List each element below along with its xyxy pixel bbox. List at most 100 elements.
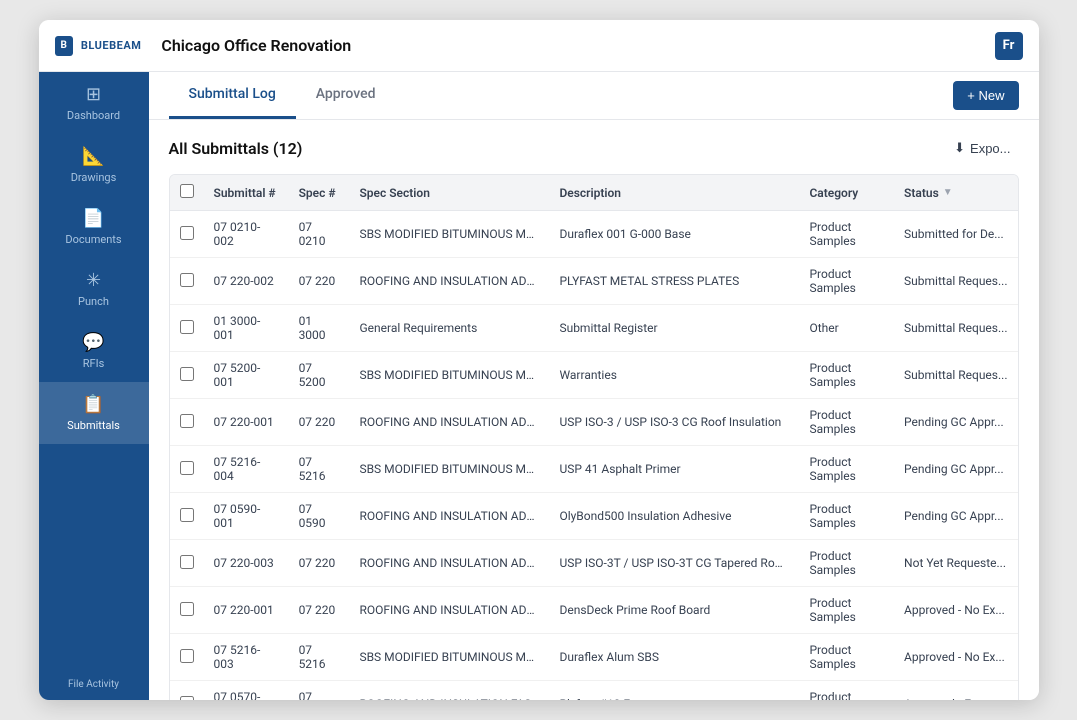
cell-spec-section: SBS MODIFIED BITUMINOUS MEMBR... [349, 211, 549, 258]
row-checkbox-6[interactable] [180, 508, 194, 522]
cell-status: Pending GC Appr... [894, 399, 1017, 446]
sort-icon: ▼ [943, 187, 953, 198]
row-checkbox-7[interactable] [180, 555, 194, 569]
file-activity-button[interactable]: File Activity [39, 669, 149, 700]
cell-spec-num: 07 0590 [289, 493, 350, 540]
table-row: 07 0210-002 07 0210 SBS MODIFIED BITUMIN… [170, 211, 1018, 258]
select-all-checkbox[interactable] [180, 184, 194, 198]
row-checkbox-cell [170, 681, 204, 701]
row-checkbox-cell [170, 352, 204, 399]
cell-description: OlyBond500 Insulation Adhesive [549, 493, 799, 540]
cell-submittal-num: 07 220-001 [204, 399, 289, 446]
sidebar-item-label: Documents [65, 233, 121, 246]
col-category: Category [799, 175, 894, 211]
cell-category: Product Samples [799, 493, 894, 540]
row-checkbox-cell [170, 446, 204, 493]
sidebar-item-submittals[interactable]: 📋 Submittals [39, 382, 149, 444]
sidebar-item-drawings[interactable]: 📐 Drawings [39, 134, 149, 196]
row-checkbox-9[interactable] [180, 649, 194, 663]
table-header-row: Submittal # Spec # Spec Section Descript… [170, 175, 1018, 211]
cell-status: Not Yet Requeste... [894, 540, 1017, 587]
cell-description: USP ISO-3 / USP ISO-3 CG Roof Insulation [549, 399, 799, 446]
logo-text: BLUEBEAM [81, 39, 141, 52]
submittals-table-wrap: Submittal # Spec # Spec Section Descript… [169, 174, 1019, 700]
cell-spec-num: 07 220 [289, 258, 350, 305]
row-checkbox-cell [170, 258, 204, 305]
cell-spec-num: 07 0210 [289, 211, 350, 258]
row-checkbox-cell [170, 305, 204, 352]
cell-submittal-num: 07 0210-002 [204, 211, 289, 258]
cell-submittal-num: 07 220-001 [204, 587, 289, 634]
submittals-table: Submittal # Spec # Spec Section Descript… [170, 175, 1018, 700]
cell-spec-section: ROOFING AND INSULATION ADHESIV... [349, 258, 549, 305]
action-button[interactable]: + New [953, 81, 1018, 110]
table-row: 07 5200-001 07 5200 SBS MODIFIED BITUMIN… [170, 352, 1018, 399]
table-row: 07 220-002 07 220 ROOFING AND INSULATION… [170, 258, 1018, 305]
sidebar-item-label: RFIs [83, 357, 105, 370]
cell-description: Submittal Register [549, 305, 799, 352]
row-checkbox-10[interactable] [180, 696, 194, 701]
col-spec-num: Spec # [289, 175, 350, 211]
row-checkbox-cell [170, 540, 204, 587]
col-submittal-num: Submittal # [204, 175, 289, 211]
col-status[interactable]: Status ▼ [894, 175, 1017, 211]
sidebar-item-rfis[interactable]: 💬 RFIs [39, 320, 149, 382]
row-checkbox-8[interactable] [180, 602, 194, 616]
sidebar-item-punch[interactable]: ✳ Punch [39, 258, 149, 320]
cell-description: USP ISO-3T / USP ISO-3T CG Tapered Roof … [549, 540, 799, 587]
cell-category: Product Samples [799, 587, 894, 634]
cell-submittal-num: 07 0570-001 [204, 681, 289, 701]
select-all-header [170, 175, 204, 211]
app-window: B BLUEBEAM Chicago Office Renovation Fr … [39, 20, 1039, 700]
sidebar-item-dashboard[interactable]: ⊞ Dashboard [39, 72, 149, 134]
cell-spec-section: General Requirements [349, 305, 549, 352]
table-row: 07 220-001 07 220 ROOFING AND INSULATION… [170, 399, 1018, 446]
row-checkbox-cell [170, 634, 204, 681]
cell-category: Product Samples [799, 211, 894, 258]
cell-status: Approved - No Ex... [894, 634, 1017, 681]
section-title: All Submittals (12) [169, 139, 303, 158]
row-checkbox-3[interactable] [180, 367, 194, 381]
cell-category: Other [799, 305, 894, 352]
cell-description: PLYFAST METAL STRESS PLATES [549, 258, 799, 305]
col-description: Description [549, 175, 799, 211]
row-checkbox-4[interactable] [180, 414, 194, 428]
cell-description: DensDeck Prime Roof Board [549, 587, 799, 634]
cell-spec-section: ROOFING AND INSULATION ADHESIV... [349, 493, 549, 540]
sidebar-item-documents[interactable]: 📄 Documents [39, 196, 149, 258]
status-label: Status [904, 186, 939, 200]
sidebar-item-label: Dashboard [67, 109, 120, 122]
row-checkbox-1[interactable] [180, 273, 194, 287]
cell-spec-section: SBS MODIFIED BITUMINOUS MEMBR... [349, 352, 549, 399]
cell-spec-section: ROOFING AND INSULATION ADHESIV... [349, 399, 549, 446]
tab-submittal-log[interactable]: Submittal Log [169, 72, 296, 119]
cell-spec-section: ROOFING AND INSULATION FASTENE... [349, 681, 549, 701]
cell-spec-num: 07 220 [289, 587, 350, 634]
content-body: All Submittals (12) ⬇ Expo... [149, 120, 1039, 700]
punch-icon: ✳ [86, 270, 101, 291]
row-checkbox-5[interactable] [180, 461, 194, 475]
row-checkbox-cell [170, 399, 204, 446]
row-checkbox-0[interactable] [180, 226, 194, 240]
row-checkbox-2[interactable] [180, 320, 194, 334]
cell-spec-section: ROOFING AND INSULATION ADHESIV... [349, 540, 549, 587]
cell-status: Submittal Reques... [894, 305, 1017, 352]
tab-approved[interactable]: Approved [296, 72, 396, 119]
cell-spec-num: 07 5216 [289, 446, 350, 493]
table-row: 07 220-001 07 220 ROOFING AND INSULATION… [170, 587, 1018, 634]
sidebar-item-label: Submittals [67, 419, 120, 432]
user-avatar[interactable]: Fr [995, 32, 1023, 60]
cell-submittal-num: 07 220-002 [204, 258, 289, 305]
table-row: 07 5216-003 07 5216 SBS MODIFIED BITUMIN… [170, 634, 1018, 681]
table-row: 07 0570-001 07 0570 ROOFING AND INSULATI… [170, 681, 1018, 701]
cell-spec-section: ROOFING AND INSULATION ADHESIV... [349, 587, 549, 634]
export-button[interactable]: ⬇ Expo... [946, 136, 1018, 160]
cell-category: Product Samples [799, 681, 894, 701]
cell-description: Plyfast #12 Fastener [549, 681, 799, 701]
row-checkbox-cell [170, 211, 204, 258]
cell-status: Submitted for De... [894, 211, 1017, 258]
cell-status: Pending GC Appr... [894, 493, 1017, 540]
tabs: Submittal Log Approved + New [169, 72, 1019, 119]
sidebar: ⊞ Dashboard 📐 Drawings 📄 Documents ✳ Pun… [39, 72, 149, 700]
title-bar: B BLUEBEAM Chicago Office Renovation Fr [39, 20, 1039, 72]
